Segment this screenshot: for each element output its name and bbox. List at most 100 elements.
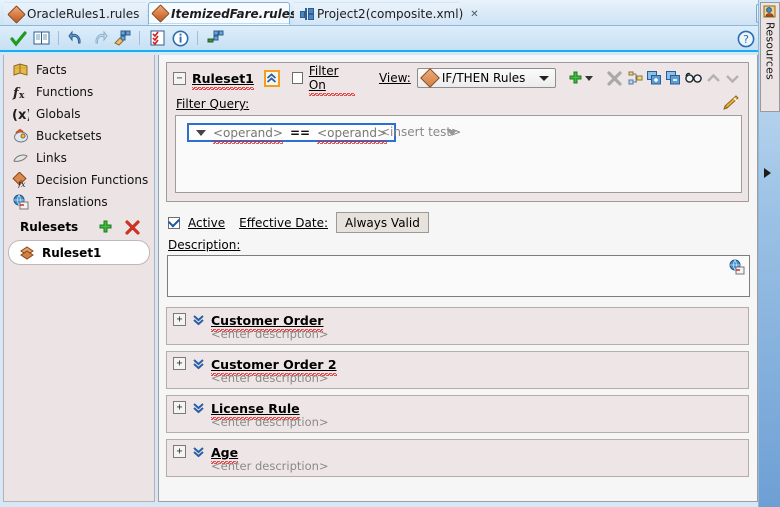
add-rule-button[interactable] (568, 71, 593, 86)
right-operand[interactable]: <operand> (317, 126, 388, 144)
toolbar-separator (197, 31, 198, 45)
left-operand[interactable]: <operand> (213, 126, 283, 144)
spellcheck-underline (192, 86, 254, 90)
view-select[interactable]: IF/THEN Rules (416, 68, 556, 88)
tab-label: Project2(composite.xml) (317, 7, 464, 21)
sidebar-item-functions[interactable]: f x Functions (12, 81, 154, 103)
sidebar-item-label: Globals (36, 107, 81, 121)
rule-name[interactable]: Age (211, 445, 239, 464)
rule-description[interactable]: <enter description> (211, 371, 329, 385)
rule-description[interactable]: <enter description> (211, 459, 329, 473)
validate-icon[interactable] (8, 28, 28, 48)
translate-globe-icon[interactable] (728, 259, 745, 275)
sidebar-item-label: Translations (36, 195, 108, 209)
rule-name[interactable]: Customer Order 2 (211, 357, 337, 376)
rule-card-header: + Age (167, 440, 748, 464)
sidebar-item-translations[interactable]: Translations (12, 191, 154, 213)
double-chevron-down-icon[interactable] (193, 446, 204, 458)
expand-icon[interactable]: + (173, 357, 186, 370)
redo-icon[interactable] (89, 28, 109, 48)
collapse-up-icon[interactable] (263, 69, 280, 87)
svg-text:fx: fx (17, 180, 26, 188)
spellcheck-underline (213, 140, 283, 144)
sidebar-item-links[interactable]: Links (12, 147, 154, 169)
rule-name[interactable]: License Rule (211, 401, 300, 420)
tab-project2-composite[interactable]: Project2(composite.xml) ✕ (294, 2, 479, 25)
spellcheck-underline (308, 93, 355, 96)
rule-card-3[interactable]: + Age <enter description> (166, 439, 749, 477)
sidebar-item-label: Ruleset1 (42, 245, 102, 260)
application-window: OracleRules1.rules ✕ ItemizedFare.rules … (0, 0, 780, 507)
sidebar-item-globals[interactable]: (x) Globals (12, 103, 154, 125)
rules-diamond-icon (7, 4, 26, 24)
rule-description[interactable]: <enter description> (211, 327, 329, 341)
rules-diamond-icon (419, 68, 440, 88)
rule-name[interactable]: Customer Order (211, 313, 324, 332)
rule-card-0[interactable]: + Customer Order <enter description> (166, 307, 749, 345)
help-button[interactable]: ? (737, 30, 755, 48)
svg-text:?: ? (743, 33, 749, 46)
sidebar-item-facts[interactable]: Facts (12, 59, 154, 81)
resources-dock-tab[interactable]: Resources (760, 2, 780, 112)
filter-expression-chip[interactable]: <operand> == <operand> (187, 123, 397, 144)
chevron-down-icon[interactable] (447, 130, 457, 136)
active-checkbox[interactable] (168, 216, 180, 229)
collapse-toggle-icon[interactable]: − (173, 71, 186, 85)
add-ruleset-button[interactable] (98, 220, 113, 235)
ruleset-header-box: − Ruleset1 Filter On View: IF/THEN Rules… (166, 62, 749, 202)
collapse-all-icon[interactable] (666, 71, 681, 85)
operator[interactable]: == (290, 126, 310, 140)
filter-on-label: Filter On (308, 64, 355, 96)
delete-rule-button[interactable] (607, 70, 622, 86)
view-label: View: (378, 71, 411, 85)
rule-card-2[interactable]: + License Rule <enter description> (166, 395, 749, 433)
move-down-icon[interactable] (725, 72, 740, 85)
sidebar-item-label: Facts (36, 63, 67, 77)
undo-icon[interactable] (66, 28, 86, 48)
sidebar-item-decision-functions[interactable]: fx Decision Functions (12, 169, 154, 191)
dictionary-icon[interactable] (31, 28, 51, 48)
info-icon[interactable] (170, 28, 190, 48)
tab-oraclerules1[interactable]: OracleRules1.rules ✕ (4, 2, 155, 25)
move-up-icon[interactable] (706, 72, 721, 85)
checklist-icon[interactable] (147, 28, 167, 48)
globals-x-icon: (x) (12, 106, 29, 122)
chevron-down-icon[interactable] (196, 129, 206, 136)
rule-description[interactable]: <enter description> (211, 415, 329, 429)
expand-all-icon[interactable] (647, 71, 662, 85)
double-chevron-down-icon[interactable] (193, 358, 204, 370)
xml-composite-icon (300, 8, 314, 20)
double-chevron-down-icon[interactable] (193, 402, 204, 414)
bucketsets-icon (12, 128, 29, 144)
view-glasses-icon[interactable] (685, 72, 702, 84)
rule-card-1[interactable]: + Customer Order 2 <enter description> (166, 351, 749, 389)
function-fx-icon: f x (12, 84, 29, 100)
sidebar-item-bucketsets[interactable]: Bucketsets (12, 125, 154, 147)
export-icon[interactable] (205, 28, 225, 48)
sidebar-item-label: Links (36, 151, 67, 165)
description-label: Description: (168, 238, 241, 252)
refresh-links-icon[interactable] (112, 28, 132, 48)
ruleset-toolbar-icons (628, 71, 748, 85)
toolbar-separator (139, 31, 140, 45)
show-tree-icon[interactable] (628, 71, 643, 85)
eraser-icon[interactable] (722, 95, 740, 111)
rule-card-header: + Customer Order 2 (167, 352, 748, 376)
tab-close-icon[interactable]: ✕ (470, 9, 478, 20)
tab-itemizedfare[interactable]: ItemizedFare.rules ✕ (148, 2, 312, 25)
effective-date-button[interactable]: Always Valid (336, 212, 429, 233)
translations-icon (12, 194, 29, 210)
expand-icon[interactable]: + (173, 401, 186, 414)
filter-on-checkbox[interactable] (291, 72, 303, 84)
expand-icon[interactable]: + (173, 445, 186, 458)
description-input[interactable] (167, 255, 750, 297)
effective-date-label: Effective Date: (239, 215, 329, 230)
double-chevron-down-icon[interactable] (193, 314, 204, 326)
expand-icon[interactable]: + (173, 313, 186, 326)
filter-query-box[interactable]: <operand> == <operand> <insert test> (175, 115, 742, 193)
ruleset-name[interactable]: Ruleset1 (192, 71, 254, 90)
sidebar-item-ruleset1[interactable]: Ruleset1 (8, 240, 150, 265)
dock-expand-arrow-icon[interactable] (764, 168, 771, 178)
delete-ruleset-button[interactable] (125, 219, 140, 235)
active-row: Active Effective Date: Always Valid (168, 212, 429, 233)
